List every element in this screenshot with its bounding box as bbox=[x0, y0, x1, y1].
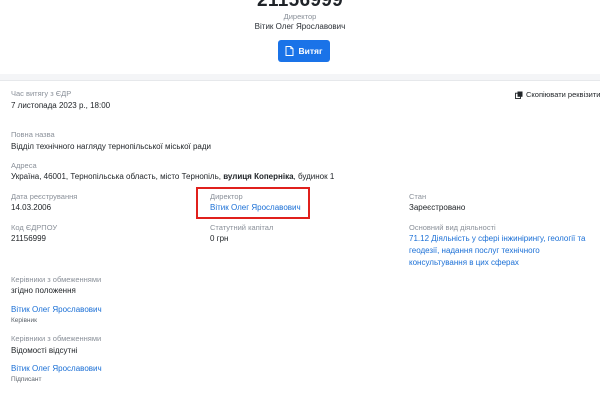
header-director-name: Вітик Олег Ярославович bbox=[254, 22, 346, 31]
address-prefix: Україна, 46001, Тернопільська область, м… bbox=[11, 172, 224, 181]
address-value: Україна, 46001, Тернопільська область, м… bbox=[11, 172, 334, 181]
copy-icon bbox=[515, 91, 523, 99]
address-label: Адреса bbox=[11, 161, 37, 170]
copy-details-label: Скопіювати реквізити bbox=[526, 90, 600, 99]
edrpou-label: Код ЄДРПОУ bbox=[11, 223, 58, 232]
company-header: 21156999 Директор Вітик Олег Ярославович… bbox=[0, 0, 600, 74]
reg-date-value: 14.03.2006 bbox=[11, 203, 52, 212]
company-code-heading: 21156999 bbox=[257, 0, 343, 11]
capital-value: 0 грн bbox=[210, 234, 229, 243]
person-link-2[interactable]: Вітик Олег Ярославович bbox=[11, 364, 102, 373]
header-role-label: Директор bbox=[283, 12, 317, 21]
person-role-2: Підписант bbox=[11, 376, 42, 383]
director-highlight-box bbox=[196, 187, 310, 219]
limited-managers-label-1: Керівники з обмеженнями bbox=[11, 275, 102, 284]
activity-link[interactable]: 71.12 Діяльність у сфері інжинірингу, ге… bbox=[409, 233, 597, 269]
copy-details-button[interactable]: Скопіювати реквізити bbox=[515, 90, 600, 99]
activity-label: Основний вид діяльності bbox=[409, 223, 496, 232]
address-street: вулиця Коперніка bbox=[223, 172, 294, 181]
extract-button[interactable]: Витяг bbox=[278, 40, 330, 62]
limited-managers-value-2: Відомості відсутні bbox=[11, 346, 78, 355]
address-suffix: , будинок 1 bbox=[293, 172, 335, 181]
full-name-value: Відділ технічного нагляду тернопільської… bbox=[11, 142, 212, 151]
person-role-1: Керівник bbox=[11, 317, 37, 324]
edrpou-value: 21156999 bbox=[11, 234, 46, 243]
document-icon bbox=[285, 46, 294, 56]
extract-button-label: Витяг bbox=[298, 46, 323, 56]
extract-time-label: Час витягу з ЄДР bbox=[11, 89, 72, 98]
reg-date-label: Дата реєстрування bbox=[11, 192, 78, 201]
status-label: Стан bbox=[409, 192, 427, 201]
status-value: Зареєстровано bbox=[409, 203, 466, 212]
capital-label: Статутний капітал bbox=[210, 223, 274, 232]
limited-managers-label-2: Керівники з обмеженнями bbox=[11, 334, 102, 343]
extract-time-value: 7 листопада 2023 р., 18:00 bbox=[11, 101, 111, 110]
limited-managers-value-1: згідно положення bbox=[11, 286, 76, 295]
person-link-1[interactable]: Вітик Олег Ярославович bbox=[11, 305, 102, 314]
full-name-label: Повна назва bbox=[11, 130, 55, 139]
